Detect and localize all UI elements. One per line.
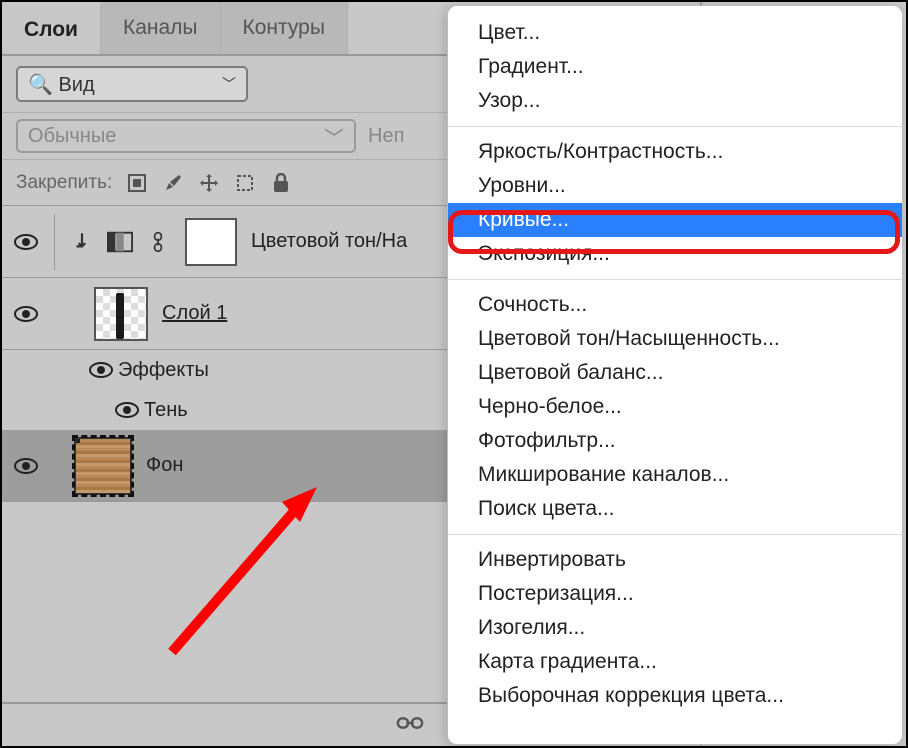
menu-item-gradient-map[interactable]: Карта градиента... bbox=[448, 645, 902, 679]
layer-mask-thumbnail[interactable] bbox=[185, 218, 237, 266]
menu-item-gradient[interactable]: Градиент... bbox=[448, 50, 902, 84]
menu-item-invert[interactable]: Инвертировать bbox=[448, 543, 902, 577]
menu-item-selective-color[interactable]: Выборочная коррекция цвета... bbox=[448, 679, 902, 713]
tab-paths[interactable]: Контуры bbox=[221, 2, 348, 54]
blend-mode-select[interactable]: Обычные ﹀ bbox=[16, 119, 356, 153]
filter-type-select[interactable]: 🔍 Вид ﹀ bbox=[16, 66, 248, 102]
filter-type-label: Вид bbox=[58, 74, 94, 96]
clip-indicator-icon bbox=[69, 231, 95, 253]
menu-item-channel-mixer[interactable]: Микширование каналов... bbox=[448, 458, 902, 492]
opacity-label: Неп bbox=[368, 125, 404, 148]
tab-layers[interactable]: Слои bbox=[2, 2, 101, 54]
visibility-icon[interactable] bbox=[12, 233, 40, 251]
menu-item-black-white[interactable]: Черно-белое... bbox=[448, 390, 902, 424]
blend-mode-label: Обычные bbox=[28, 125, 116, 148]
link-layers-icon[interactable] bbox=[396, 713, 424, 738]
visibility-icon[interactable] bbox=[12, 305, 40, 323]
menu-item-solid-color[interactable]: Цвет... bbox=[448, 16, 902, 50]
menu-item-hue-sat[interactable]: Цветовой тон/Насыщенность... bbox=[448, 322, 902, 356]
link-icon[interactable] bbox=[145, 231, 171, 253]
menu-item-color-balance[interactable]: Цветовой баланс... bbox=[448, 356, 902, 390]
lock-brush-icon[interactable] bbox=[162, 172, 184, 194]
tab-channels[interactable]: Каналы bbox=[101, 2, 221, 54]
layer-thumbnail[interactable] bbox=[94, 287, 148, 341]
layer-thumbnail[interactable] bbox=[74, 437, 132, 495]
menu-item-curves[interactable]: Кривые... bbox=[448, 203, 902, 237]
chevron-down-icon: ﹀ bbox=[222, 74, 236, 94]
menu-item-posterize[interactable]: Постеризация... bbox=[448, 577, 902, 611]
effects-label: Эффекты bbox=[118, 359, 209, 382]
layer-name[interactable]: Цветовой тон/На bbox=[251, 230, 407, 253]
adjustment-layer-menu: Цвет... Градиент... Узор... Яркость/Конт… bbox=[447, 5, 903, 745]
hue-sat-icon bbox=[107, 231, 133, 253]
visibility-icon[interactable] bbox=[110, 401, 144, 419]
lock-position-icon[interactable] bbox=[198, 172, 220, 194]
menu-separator bbox=[448, 534, 902, 535]
menu-item-threshold[interactable]: Изогелия... bbox=[448, 611, 902, 645]
adjustment-icons bbox=[69, 231, 171, 253]
menu-separator bbox=[448, 279, 902, 280]
menu-separator bbox=[448, 126, 902, 127]
menu-item-pattern[interactable]: Узор... bbox=[448, 84, 902, 118]
lock-all-icon[interactable] bbox=[270, 172, 292, 194]
menu-item-brightness[interactable]: Яркость/Контрастность... bbox=[448, 135, 902, 169]
menu-item-color-lookup[interactable]: Поиск цвета... bbox=[448, 492, 902, 526]
lock-label: Закрепить: bbox=[16, 172, 112, 194]
menu-item-vibrance[interactable]: Сочность... bbox=[448, 288, 902, 322]
lock-artboard-icon[interactable] bbox=[234, 172, 256, 194]
effect-name: Тень bbox=[144, 399, 188, 422]
layer-name[interactable]: Слой 1 bbox=[162, 302, 227, 325]
lock-transparent-icon[interactable] bbox=[126, 172, 148, 194]
menu-item-exposure[interactable]: Экспозиция... bbox=[448, 237, 902, 271]
menu-item-levels[interactable]: Уровни... bbox=[448, 169, 902, 203]
layer-name[interactable]: Фон bbox=[146, 454, 183, 477]
menu-item-photo-filter[interactable]: Фотофильтр... bbox=[448, 424, 902, 458]
chevron-down-icon: ﹀ bbox=[324, 122, 344, 151]
visibility-icon[interactable] bbox=[84, 361, 118, 379]
visibility-icon[interactable] bbox=[12, 457, 40, 475]
